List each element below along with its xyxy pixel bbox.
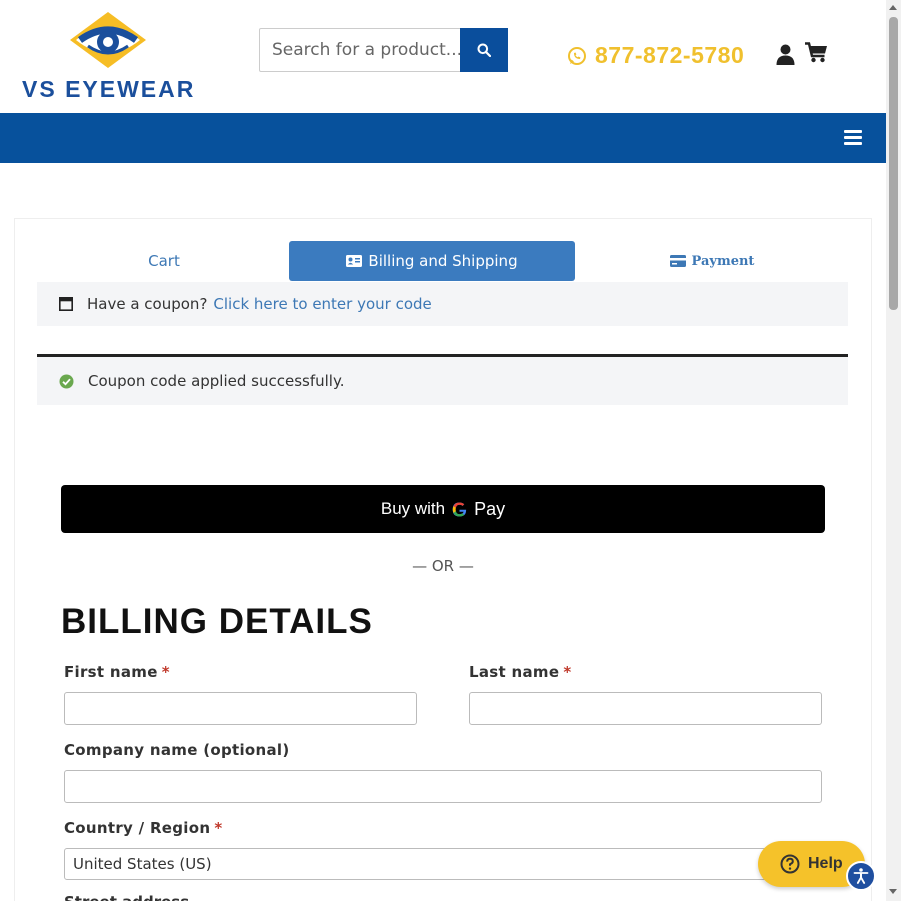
first-name-label-text: First name xyxy=(64,663,158,681)
step-billing-shipping[interactable]: Billing and Shipping xyxy=(289,241,575,281)
enter-coupon-link[interactable]: Click here to enter your code xyxy=(213,295,431,313)
last-name-field[interactable] xyxy=(469,692,822,725)
search-box xyxy=(259,28,508,72)
coupon-notice: Have a coupon? Click here to enter your … xyxy=(37,282,848,326)
or-divider: — OR — xyxy=(412,557,474,575)
step-payment[interactable]: Payment xyxy=(575,241,849,281)
question-circle-icon xyxy=(780,854,800,874)
step-cart-label: Cart xyxy=(148,252,180,270)
first-name-field[interactable] xyxy=(64,692,417,725)
whatsapp-icon xyxy=(568,46,586,65)
company-name-field[interactable] xyxy=(64,770,822,803)
first-name-label: First name * xyxy=(64,663,170,681)
step-payment-label: Payment xyxy=(691,253,755,269)
phone-number: 877-872-5780 xyxy=(595,42,745,68)
required-marker: * xyxy=(563,663,572,681)
step-billing-label: Billing and Shipping xyxy=(368,252,518,270)
google-g-icon xyxy=(452,502,467,516)
user-account-icon[interactable] xyxy=(776,44,795,65)
search-input[interactable] xyxy=(260,29,461,71)
country-select[interactable]: United States (US) xyxy=(64,848,822,880)
check-circle-icon xyxy=(59,374,74,388)
calendar-icon xyxy=(59,297,73,311)
coupon-success-notice: Coupon code applied successfully. xyxy=(37,354,848,405)
search-icon xyxy=(477,43,491,57)
menu-toggle-icon[interactable] xyxy=(844,130,862,145)
scroll-up-arrow-icon[interactable] xyxy=(889,5,897,10)
country-label: Country / Region * xyxy=(64,819,222,837)
help-label: Help xyxy=(808,855,843,872)
gpay-pay-word: Pay xyxy=(474,498,506,519)
logo-text: VS EYEWEAR xyxy=(22,76,196,102)
phone-link[interactable]: 877-872-5780 xyxy=(567,42,744,69)
required-marker: * xyxy=(214,819,223,837)
eye-logo-icon xyxy=(70,12,146,68)
credit-card-icon xyxy=(669,255,686,267)
coupon-prompt: Have a coupon? xyxy=(87,295,208,313)
scroll-down-arrow-icon[interactable] xyxy=(889,889,897,894)
country-label-text: Country / Region xyxy=(64,819,211,837)
step-cart[interactable]: Cart xyxy=(39,241,289,281)
success-message: Coupon code applied successfully. xyxy=(88,372,345,390)
billing-details-title: BILLING DETAILS xyxy=(61,602,373,641)
checkout-steps: Cart Billing and Shipping Payment xyxy=(39,241,849,281)
last-name-label-text: Last name xyxy=(469,663,560,681)
company-name-label: Company name (optional) xyxy=(64,741,290,759)
page-scrollbar[interactable] xyxy=(886,0,901,901)
scrollbar-thumb[interactable] xyxy=(889,17,898,310)
shopping-cart-icon[interactable] xyxy=(805,42,828,63)
country-selected-value: United States (US) xyxy=(73,855,212,873)
street-address-label: Street address xyxy=(64,893,189,901)
site-header: VS EYEWEAR 877-872-5780 xyxy=(0,0,886,113)
address-card-icon xyxy=(346,255,363,267)
main-navbar xyxy=(0,113,886,163)
last-name-label: Last name * xyxy=(469,663,571,681)
search-button[interactable] xyxy=(460,28,508,72)
google-pay-button[interactable]: Buy with Pay xyxy=(61,485,825,533)
accessibility-button[interactable] xyxy=(846,861,876,891)
accessibility-icon xyxy=(853,868,869,884)
site-logo[interactable]: VS EYEWEAR xyxy=(20,10,200,102)
required-marker: * xyxy=(161,663,170,681)
gpay-prefix: Buy with xyxy=(380,499,446,518)
